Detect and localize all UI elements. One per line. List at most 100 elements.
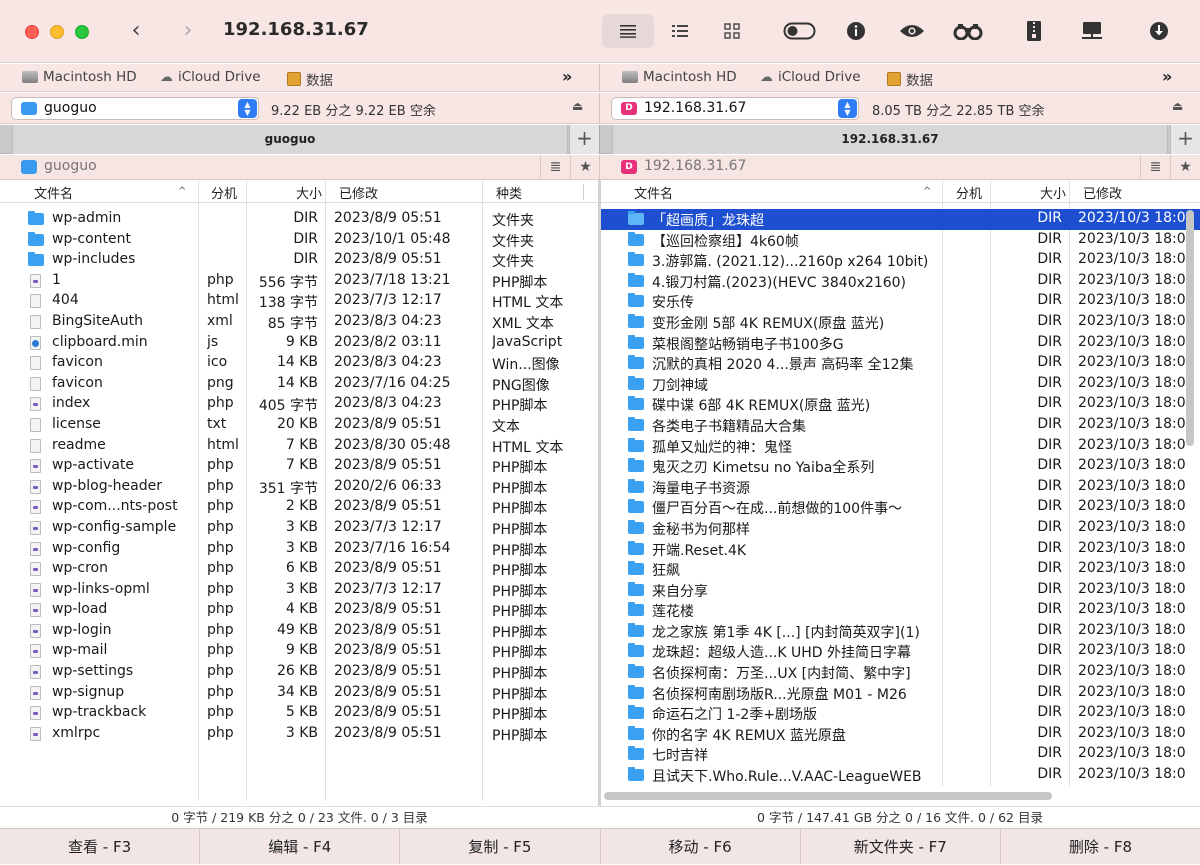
right-horizontal-scrollbar[interactable] <box>604 792 1052 800</box>
file-row[interactable]: 鬼灭之刃 Kimetsu no Yaiba全系列 DIR 2023/10/3 18:… <box>600 456 1200 477</box>
file-row[interactable]: wp-signup php 34 KB 2023/8/9 05:51 PHP脚本 <box>0 683 598 704</box>
file-row[interactable]: 名侦探柯南剧场版R...光原盘 M01 - M26 DIR 2023/10/3 18… <box>600 683 1200 704</box>
file-row[interactable]: 孤单又灿烂的神：鬼怪 DIR 2023/10/3 18:0 <box>600 436 1200 457</box>
list-options-icon[interactable]: ≣ <box>1140 155 1170 180</box>
file-row[interactable]: 你的名字 4K REMUX 蓝光原盘 DIR 2023/10/3 18:0 <box>600 724 1200 745</box>
file-row[interactable]: 各类电子书籍精品大合集 DIR 2023/10/3 18:0 <box>600 415 1200 436</box>
favorite-macintosh-hd[interactable]: Macintosh HD <box>22 69 137 85</box>
file-row[interactable]: 命运石之门 1-2季+剧场版 DIR 2023/10/3 18:0 <box>600 703 1200 724</box>
file-row[interactable]: 1 php 556 字节 2023/7/18 13:21 PHP脚本 <box>0 271 598 292</box>
file-row[interactable]: 404 html 138 字节 2023/7/3 12:17 HTML 文本 <box>0 291 598 312</box>
file-row[interactable]: wp-blog-header php 351 字节 2020/2/6 06:33 PHP… <box>0 477 598 498</box>
edit-f4-button[interactable]: 编辑 - F4 <box>200 829 401 864</box>
file-row[interactable]: favicon ico 14 KB 2023/8/3 04:23 Win...图像 <box>0 353 598 374</box>
file-row[interactable]: wp-config php 3 KB 2023/7/16 16:54 PHP脚本 <box>0 539 598 560</box>
col-size[interactable]: 大小 <box>296 183 322 202</box>
col-modified[interactable]: 已修改 <box>339 183 378 202</box>
file-row[interactable]: license txt 20 KB 2023/8/9 05:51 文本 <box>0 415 598 436</box>
detail-view-button[interactable] <box>654 14 706 48</box>
file-row[interactable]: wp-login php 49 KB 2023/8/9 05:51 PHP脚本 <box>0 621 598 642</box>
file-row[interactable]: 狂飙 DIR 2023/10/3 18:0 <box>600 559 1200 580</box>
list-view-button[interactable] <box>602 14 654 48</box>
delete-f8-button[interactable]: 删除 - F8 <box>1001 829 1200 864</box>
file-row[interactable]: 七时吉祥 DIR 2023/10/3 18:0 <box>600 744 1200 765</box>
col-size[interactable]: 大小 <box>1040 183 1066 202</box>
info-button[interactable] <box>830 14 882 48</box>
file-row[interactable]: wp-com...nts-post php 2 KB 2023/8/9 05:51 PH… <box>0 497 598 518</box>
move-f6-button[interactable]: 移动 - F6 <box>601 829 801 864</box>
col-ext[interactable]: 分机 <box>211 183 237 202</box>
more-favorites-icon[interactable]: » <box>1162 67 1172 86</box>
tab-remote[interactable]: 192.168.31.67 <box>612 125 1168 154</box>
file-row[interactable]: readme html 7 KB 2023/8/30 05:48 HTML 文本 <box>0 436 598 457</box>
file-row[interactable]: wp-activate php 7 KB 2023/8/9 05:51 PHP脚本 <box>0 456 598 477</box>
file-row[interactable]: wp-includes DIR 2023/8/9 05:51 文件夹 <box>0 250 598 271</box>
download-button[interactable] <box>1133 14 1185 48</box>
eject-icon[interactable]: ⏏ <box>1172 99 1183 113</box>
archive-button[interactable] <box>1008 14 1060 48</box>
file-row[interactable]: 且试天下.Who.Rule...V.AAC-LeagueWEB DIR 2023/1… <box>600 765 1200 786</box>
network-button[interactable] <box>1066 14 1118 48</box>
favorite-icloud-drive[interactable]: ☁ iCloud Drive <box>760 69 861 85</box>
minimize-window-button[interactable] <box>50 25 64 39</box>
search-button[interactable] <box>942 14 994 48</box>
eject-icon[interactable]: ⏏ <box>572 99 583 113</box>
favorite-star-icon[interactable]: ★ <box>1170 155 1200 180</box>
col-name[interactable]: 文件名 <box>34 183 73 202</box>
favorite-data[interactable]: 数据 <box>887 69 933 89</box>
file-row[interactable]: wp-cron php 6 KB 2023/8/9 05:51 PHP脚本 <box>0 559 598 580</box>
file-row[interactable]: 菜根阁整站畅销电子书100多G DIR 2023/10/3 18:0 <box>600 333 1200 354</box>
file-row[interactable]: 开端.Reset.4K DIR 2023/10/3 18:0 <box>600 539 1200 560</box>
file-row[interactable]: 安乐传 DIR 2023/10/3 18:0 <box>600 291 1200 312</box>
file-row[interactable]: 名侦探柯南：万圣...UX [内封简、繁中字] DIR 2023/10/3 18:0 <box>600 662 1200 683</box>
left-drive-select[interactable]: guoguo ▲ ▼ <box>11 97 259 120</box>
more-favorites-icon[interactable]: » <box>562 67 572 86</box>
file-row[interactable]: wp-content DIR 2023/10/1 05:48 文件夹 <box>0 230 598 251</box>
file-row[interactable]: 金秘书为何那样 DIR 2023/10/3 18:0 <box>600 518 1200 539</box>
right-path[interactable]: 192.168.31.67 <box>644 158 746 174</box>
file-row[interactable]: 3.游郭篇. (2021.12)...2160p x264 10bit) DIR 2… <box>600 250 1200 271</box>
preview-button[interactable] <box>886 14 938 48</box>
toggle-hidden-button[interactable] <box>774 14 826 48</box>
left-path[interactable]: guoguo <box>44 158 97 174</box>
file-row[interactable]: 刀剑神域 DIR 2023/10/3 18:0 <box>600 374 1200 395</box>
zoom-window-button[interactable] <box>75 25 89 39</box>
col-ext[interactable]: 分机 <box>956 183 982 202</box>
file-row[interactable]: wp-config-sample php 3 KB 2023/7/3 12:17 PHP… <box>0 518 598 539</box>
favorite-icloud-drive[interactable]: ☁ iCloud Drive <box>160 69 261 85</box>
file-row[interactable]: BingSiteAuth xml 85 字节 2023/8/3 04:23 XML 文本 <box>0 312 598 333</box>
file-row[interactable]: favicon png 14 KB 2023/7/16 04:25 PNG图像 <box>0 374 598 395</box>
file-row[interactable]: 沉默的真相 2020 4...景声 高码率 全12集 DIR 2023/10/3 1… <box>600 353 1200 374</box>
back-button[interactable]: ‹ <box>124 18 148 44</box>
file-row[interactable]: 龙珠超：超级人造...K UHD 外挂简日字幕 DIR 2023/10/3 18:0 <box>600 641 1200 662</box>
file-row[interactable]: wp-load php 4 KB 2023/8/9 05:51 PHP脚本 <box>0 600 598 621</box>
new-folder-f7-button[interactable]: 新文件夹 - F7 <box>801 829 1001 864</box>
add-tab-button[interactable]: + <box>1170 125 1200 154</box>
file-row[interactable]: wp-mail php 9 KB 2023/8/9 05:51 PHP脚本 <box>0 641 598 662</box>
file-row[interactable]: 来自分享 DIR 2023/10/3 18:0 <box>600 580 1200 601</box>
file-row[interactable]: 龙之家族 第1季 4K [...] [内封简英双字](1) DIR 2023/10/… <box>600 621 1200 642</box>
list-options-icon[interactable]: ≣ <box>540 155 570 180</box>
col-name[interactable]: 文件名 <box>634 183 673 202</box>
view-f3-button[interactable]: 查看 - F3 <box>0 829 201 864</box>
file-row[interactable]: xmlrpc php 3 KB 2023/8/9 05:51 PHP脚本 <box>0 724 598 745</box>
file-row[interactable]: 莲花楼 DIR 2023/10/3 18:0 <box>600 600 1200 621</box>
file-row[interactable]: wp-links-opml php 3 KB 2023/7/3 12:17 PHP脚本 <box>0 580 598 601</box>
pane-divider[interactable] <box>598 180 601 806</box>
file-row[interactable]: wp-settings php 26 KB 2023/8/9 05:51 PHP脚本 <box>0 662 598 683</box>
add-tab-button[interactable]: + <box>569 125 599 154</box>
file-row[interactable]: 碟中谍 6部 4K REMUX(原盘 蓝光) DIR 2023/10/3 18:0 <box>600 394 1200 415</box>
favorite-data[interactable]: 数据 <box>287 69 333 89</box>
file-row[interactable]: 【巡回检察组】4k60帧 DIR 2023/10/3 18:0 <box>600 230 1200 251</box>
file-row[interactable]: 僵尸百分百～在成...前想做的100件事～ DIR 2023/10/3 18:0 <box>600 497 1200 518</box>
favorite-star-icon[interactable]: ★ <box>570 155 600 180</box>
close-window-button[interactable] <box>25 25 39 39</box>
favorite-macintosh-hd[interactable]: Macintosh HD <box>622 69 737 85</box>
file-row[interactable]: index php 405 字节 2023/8/3 04:23 PHP脚本 <box>0 394 598 415</box>
tab-guoguo[interactable]: guoguo <box>12 125 568 154</box>
file-row[interactable]: wp-trackback php 5 KB 2023/8/9 05:51 PHP脚本 <box>0 703 598 724</box>
file-row[interactable]: 4.锻刀村篇.(2023)(HEVC 3840x2160) DIR 2023/10/… <box>600 271 1200 292</box>
copy-f5-button[interactable]: 复制 - F5 <box>400 829 601 864</box>
grid-view-button[interactable] <box>706 14 758 48</box>
file-row-selected[interactable]: 「超画质」龙珠超 DIR 2023/10/3 18:0 <box>600 209 1200 230</box>
